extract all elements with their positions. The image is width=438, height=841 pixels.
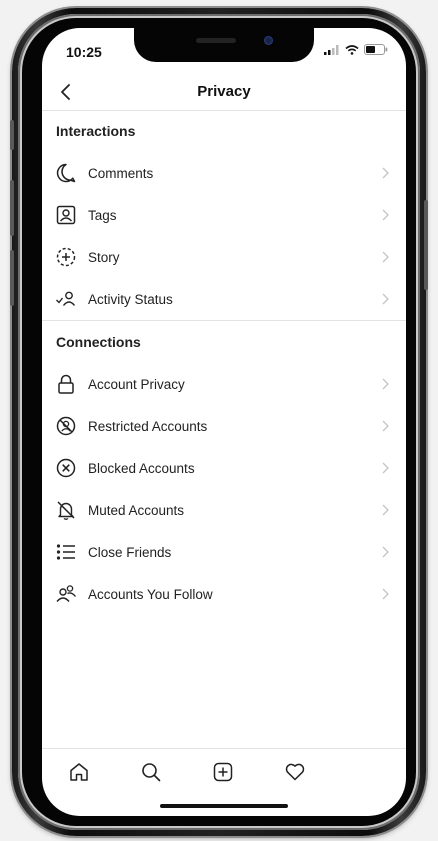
menu-item-label: Accounts You Follow (88, 586, 213, 602)
notch (134, 28, 314, 62)
tab-new-post[interactable] (210, 759, 236, 785)
search-icon (140, 761, 162, 783)
interactions-list: Comments Tags Story Activity Status (42, 152, 406, 320)
menu-item-accounts-you-follow[interactable]: Accounts You Follow (42, 573, 406, 615)
chevron-right-icon (380, 461, 390, 475)
menu-item-restricted-accounts[interactable]: Restricted Accounts (42, 405, 406, 447)
chevron-right-icon (380, 208, 390, 222)
nav-header: Privacy (42, 76, 406, 110)
muted-bell-icon (54, 498, 78, 522)
menu-item-activity-status[interactable]: Activity Status (42, 278, 406, 320)
menu-item-close-friends[interactable]: Close Friends (42, 531, 406, 573)
menu-item-label: Activity Status (88, 291, 173, 307)
device-mockup: 10:25 Privacy Interactions Comments Tags… (0, 0, 438, 841)
chevron-right-icon (380, 250, 390, 264)
chevron-right-icon (380, 292, 390, 306)
wifi-icon (345, 44, 359, 55)
section-title-connections: Connections (56, 334, 141, 350)
tab-search[interactable] (138, 759, 164, 785)
speaker-grille (196, 38, 236, 43)
blocked-icon (54, 456, 78, 480)
menu-item-muted-accounts[interactable]: Muted Accounts (42, 489, 406, 531)
chevron-right-icon (380, 587, 390, 601)
menu-item-tags[interactable]: Tags (42, 194, 406, 236)
menu-item-label: Restricted Accounts (88, 418, 208, 434)
status-icons (324, 44, 388, 55)
menu-item-label: Muted Accounts (88, 502, 185, 518)
volume-up-button (10, 180, 14, 236)
menu-item-account-privacy[interactable]: Account Privacy (42, 363, 406, 405)
menu-item-comments[interactable]: Comments (42, 152, 406, 194)
section-title-interactions: Interactions (56, 123, 136, 139)
restricted-icon (54, 414, 78, 438)
menu-item-label: Tags (88, 207, 117, 223)
mute-switch (10, 120, 14, 150)
chevron-right-icon (380, 377, 390, 391)
add-post-icon (212, 761, 234, 783)
chevron-right-icon (380, 545, 390, 559)
menu-item-blocked-accounts[interactable]: Blocked Accounts (42, 447, 406, 489)
following-icon (54, 582, 78, 606)
signal-icon (324, 44, 340, 55)
comment-icon (54, 161, 78, 185)
header-divider (42, 110, 406, 111)
tag-icon (54, 203, 78, 227)
bottom-tab-bar (42, 748, 406, 797)
power-button (424, 200, 428, 290)
home-icon (68, 761, 90, 783)
page-title: Privacy (197, 83, 251, 100)
status-time: 10:25 (66, 44, 102, 60)
menu-item-label: Blocked Accounts (88, 460, 195, 476)
close-friends-list-icon (54, 540, 78, 564)
menu-item-label: Account Privacy (88, 376, 185, 392)
home-indicator (160, 804, 288, 808)
menu-item-story[interactable]: Story (42, 236, 406, 278)
chevron-right-icon (380, 419, 390, 433)
menu-item-label: Comments (88, 165, 154, 181)
volume-down-button (10, 250, 14, 306)
front-camera (264, 36, 273, 45)
lock-icon (54, 372, 78, 396)
menu-item-label: Close Friends (88, 544, 172, 560)
heart-icon (284, 761, 306, 783)
tab-home[interactable] (66, 759, 92, 785)
connections-list: Account Privacy Restricted Accounts Bloc… (42, 363, 406, 615)
menu-item-label: Story (88, 249, 120, 265)
story-icon (54, 245, 78, 269)
chevron-right-icon (380, 503, 390, 517)
section-divider (42, 320, 406, 321)
phone-screen: 10:25 Privacy Interactions Comments Tags… (42, 28, 406, 816)
tab-activity[interactable] (282, 759, 308, 785)
chevron-right-icon (380, 166, 390, 180)
battery-icon (364, 44, 388, 55)
activity-status-icon (54, 287, 78, 311)
